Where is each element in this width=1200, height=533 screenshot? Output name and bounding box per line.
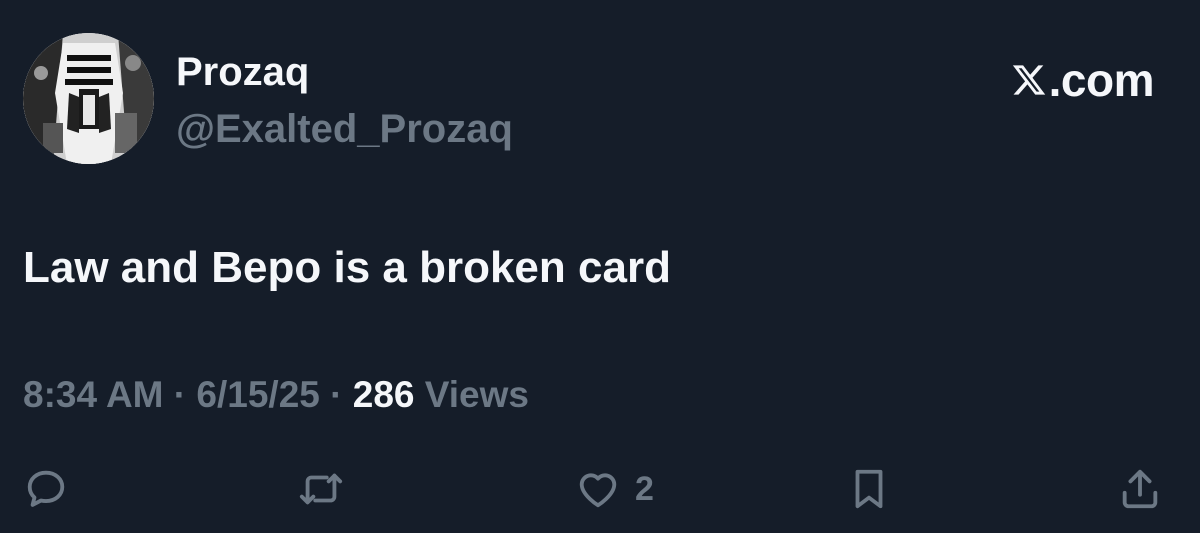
- post-date[interactable]: 6/15/25: [196, 374, 319, 415]
- avatar[interactable]: [23, 33, 154, 164]
- repost-icon: [299, 473, 343, 505]
- reply-icon: [27, 470, 65, 507]
- avatar-image: [23, 33, 154, 164]
- repost-button[interactable]: [298, 466, 344, 512]
- like-button[interactable]: 2: [575, 466, 654, 512]
- meta-separator: ·: [163, 374, 197, 415]
- like-count: 2: [635, 470, 654, 508]
- brand: .com: [1011, 54, 1155, 106]
- share-button[interactable]: [1117, 466, 1163, 512]
- post-text: Law and Bepo is a broken card: [23, 243, 671, 292]
- x-logo-icon: [1012, 65, 1045, 95]
- user-handle[interactable]: @Exalted_Prozaq: [176, 105, 513, 153]
- post-meta: 8:34 AM · 6/15/25 · 286 Views: [23, 372, 529, 418]
- brand-label: .com: [1048, 54, 1155, 106]
- post-time[interactable]: 8:34 AM: [23, 374, 164, 415]
- bookmark-button[interactable]: [846, 466, 892, 512]
- tweet-card: Prozaq @Exalted_Prozaq .com Law and Bepo…: [0, 0, 1200, 533]
- reply-button[interactable]: [23, 466, 69, 512]
- share-icon: [1122, 469, 1158, 509]
- display-name[interactable]: Prozaq: [176, 48, 309, 96]
- views-label: Views: [414, 374, 529, 415]
- heart-icon: [579, 473, 617, 508]
- bookmark-icon: [855, 469, 883, 509]
- views-count: 286: [352, 374, 415, 415]
- meta-separator: ·: [319, 374, 353, 415]
